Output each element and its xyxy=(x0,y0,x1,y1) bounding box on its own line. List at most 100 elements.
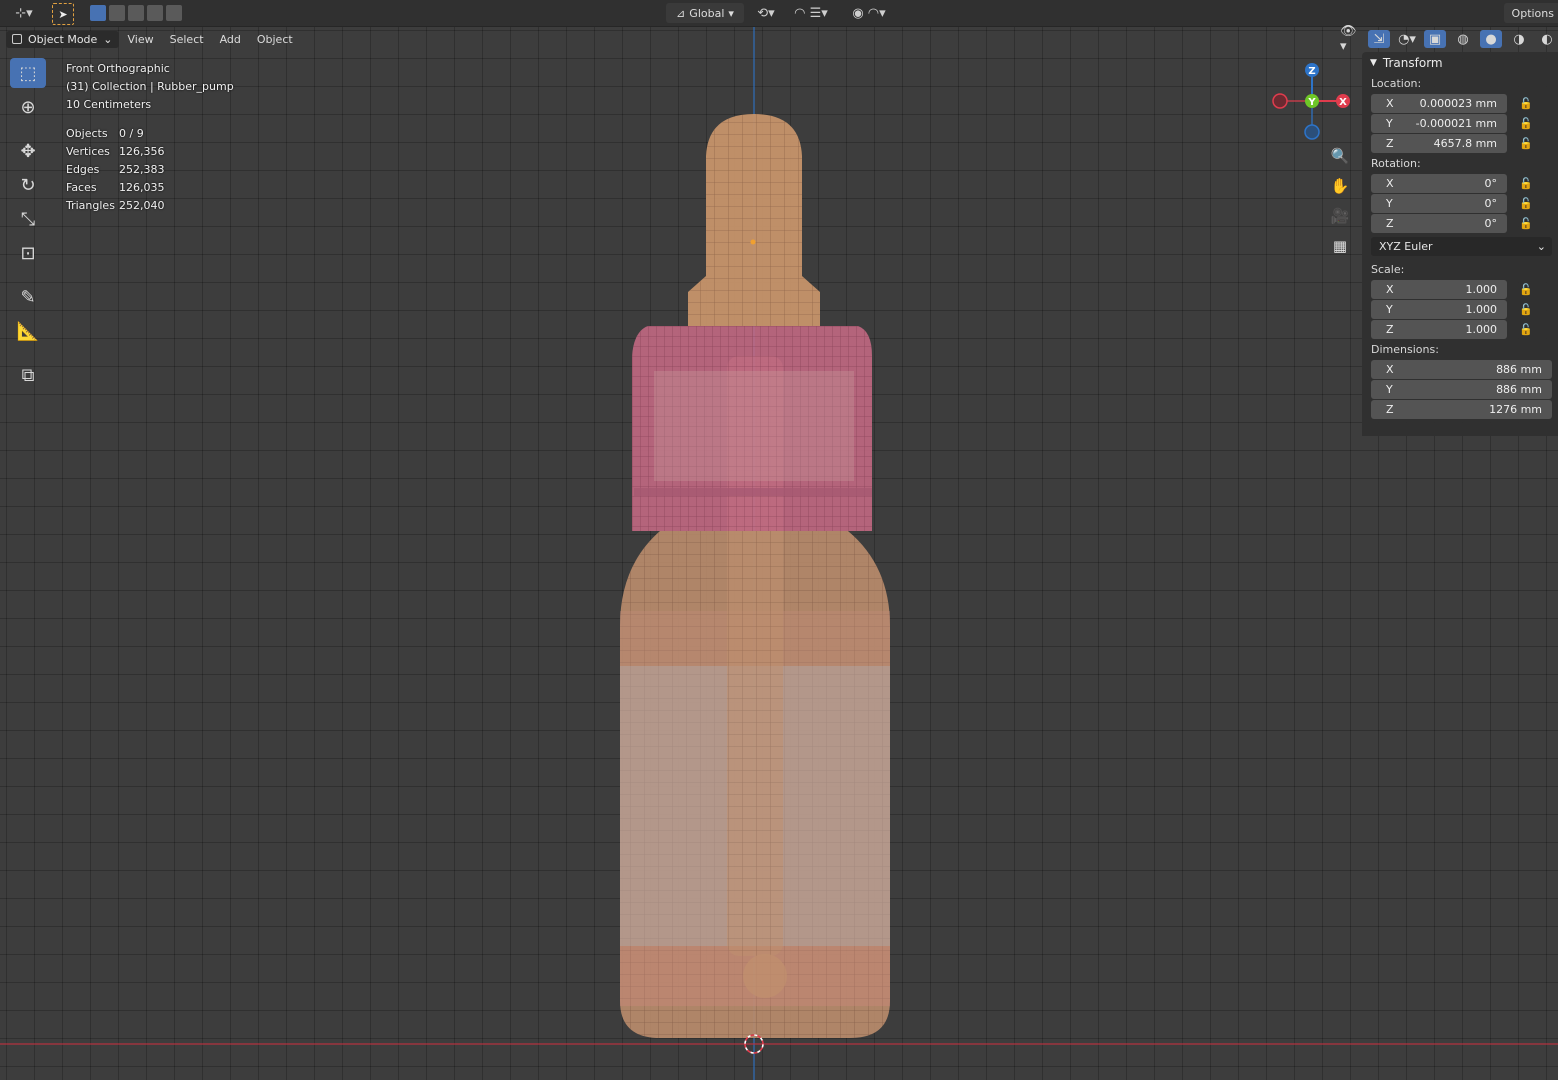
grid-ortho-icon[interactable]: ▦ xyxy=(1328,234,1352,258)
location-x-field[interactable]: X 0.000023 mm xyxy=(1371,94,1507,113)
rotation-mode-dropdown[interactable]: XYZ Euler ⌄ xyxy=(1371,237,1552,256)
annotate-tool-icon[interactable]: ✎ xyxy=(10,282,46,312)
axis-label: Y xyxy=(1386,303,1393,316)
location-z-field[interactable]: Z 4657.8 mm xyxy=(1371,134,1507,153)
orientation-label: Global xyxy=(689,6,725,20)
xray-icon[interactable]: ▣ xyxy=(1424,30,1446,48)
dimensions-z-field[interactable]: Z 1276 mm xyxy=(1371,400,1552,419)
menu-select[interactable]: Select xyxy=(163,31,211,48)
menu-view[interactable]: View xyxy=(121,31,161,48)
dimensions-z-row: Z 1276 mm xyxy=(1362,400,1558,419)
tool-shelf: ⬚ ⊕ ✥ ↻ ⤡ ⊡ ✎ 📐 ⧉ xyxy=(6,58,50,390)
rotation-z-field[interactable]: Z 0° xyxy=(1371,214,1507,233)
lock-icon[interactable]: 🔓 xyxy=(1515,137,1537,150)
collection-name: (31) Collection | Rubber_pump xyxy=(66,80,234,93)
stats-value: 252,383 xyxy=(119,163,165,176)
lock-icon[interactable]: 🔓 xyxy=(1515,217,1537,230)
select-intersect-icon[interactable] xyxy=(166,5,182,21)
dimensions-x-field[interactable]: X 886 mm xyxy=(1371,360,1552,379)
mode-label: Object Mode xyxy=(28,32,98,46)
camera-icon[interactable]: 🎥 xyxy=(1328,204,1352,228)
rotation-x-field[interactable]: X 0° xyxy=(1371,174,1507,193)
wireframe-shading-icon[interactable]: ◍ xyxy=(1452,30,1474,48)
field-value: 1.000 xyxy=(1465,323,1498,336)
rotation-y-field[interactable]: Y 0° xyxy=(1371,194,1507,213)
orientation-icon: ⊿ xyxy=(676,6,686,20)
pan-hand-icon[interactable]: ✋ xyxy=(1328,174,1352,198)
add-cube-tool-icon[interactable]: ⧉ xyxy=(10,360,46,390)
select-new-icon[interactable] xyxy=(90,5,106,21)
viewport-header: Object Mode ⌄ View Select Add Object xyxy=(6,29,300,49)
gizmo-x-label: X xyxy=(1339,97,1347,108)
viewport-header-right: 👁▾ ⇲ ◔▾ ▣ ◍ ● ◑ ◐ xyxy=(1340,24,1558,54)
scale-y-field[interactable]: Y 1.000 xyxy=(1371,300,1507,319)
move-tool-icon[interactable]: ✥ xyxy=(10,136,46,166)
snap-icon[interactable]: ◠ ☰▾ xyxy=(786,3,836,23)
select-extend-icon[interactable] xyxy=(109,5,125,21)
axis-label: Y xyxy=(1386,117,1393,130)
axis-label: X xyxy=(1386,177,1394,190)
scale-x-field[interactable]: X 1.000 xyxy=(1371,280,1507,299)
overlays-icon[interactable]: ◔▾ xyxy=(1396,30,1418,48)
field-value: -0.000021 mm xyxy=(1415,117,1497,130)
chevron-down-icon: ⌄ xyxy=(1536,240,1546,253)
dimensions-y-row: Y 886 mm xyxy=(1362,380,1558,399)
transform-tool-icon[interactable]: ⊡ xyxy=(10,238,46,268)
gizmo-toggle-icon[interactable]: ⇲ xyxy=(1368,30,1390,48)
stats-label: Edges xyxy=(66,163,100,176)
menu-add[interactable]: Add xyxy=(213,31,248,48)
transform-panel-header[interactable]: ▼ Transform xyxy=(1362,52,1558,74)
stats-row: Triangles 252,040 xyxy=(66,197,234,215)
select-invert-icon[interactable] xyxy=(147,5,163,21)
axis-label: Z xyxy=(1386,137,1394,150)
rotation-y-row: Y 0° 🔓 xyxy=(1362,194,1558,213)
location-x-row: X 0.000023 mm 🔓 xyxy=(1362,94,1558,113)
location-y-field[interactable]: Y -0.000021 mm xyxy=(1371,114,1507,133)
scale-tool-icon[interactable]: ⤡ xyxy=(10,204,46,234)
lock-icon[interactable]: 🔓 xyxy=(1515,283,1537,296)
lock-icon[interactable]: 🔓 xyxy=(1515,323,1537,336)
field-value: 4657.8 mm xyxy=(1433,137,1497,150)
options-label: Options xyxy=(1511,6,1554,20)
dimensions-x-row: X 886 mm xyxy=(1362,360,1558,379)
measure-tool-icon[interactable]: 📐 xyxy=(10,316,46,346)
object-origin xyxy=(750,239,756,245)
select-box-tool-icon[interactable]: ⬚ xyxy=(10,58,46,88)
transform-orientation-dropdown[interactable]: ⊿ Global ▾ xyxy=(666,3,744,23)
collapse-triangle-icon: ▼ xyxy=(1370,58,1377,68)
proportional-edit-icon[interactable]: ◉ ◠▾ xyxy=(844,3,894,23)
mode-dropdown[interactable]: Object Mode ⌄ xyxy=(6,30,119,48)
lock-icon[interactable]: 🔓 xyxy=(1515,177,1537,190)
material-shading-icon[interactable]: ◑ xyxy=(1508,30,1530,48)
editor-type-icon[interactable]: ⊹▾ xyxy=(10,3,38,23)
field-value: 1.000 xyxy=(1465,303,1498,316)
options-button[interactable]: Options xyxy=(1503,3,1558,23)
stats-row: Vertices 126,356 xyxy=(66,143,234,161)
stats-value: 126,035 xyxy=(119,181,165,194)
solid-shading-icon[interactable]: ● xyxy=(1480,30,1502,48)
pivot-point-icon[interactable]: ⟲▾ xyxy=(752,3,780,23)
navigation-buttons: 🔍 ✋ 🎥 ▦ xyxy=(1326,144,1354,258)
lock-icon[interactable]: 🔓 xyxy=(1515,97,1537,110)
navigation-gizmo[interactable]: Z X Y xyxy=(1270,60,1356,146)
zoom-icon[interactable]: 🔍 xyxy=(1328,144,1352,168)
lock-icon[interactable]: 🔓 xyxy=(1515,303,1537,316)
rotation-z-row: Z 0° 🔓 xyxy=(1362,214,1558,233)
gizmo-neg-x-icon xyxy=(1272,93,1288,109)
rotate-tool-icon[interactable]: ↻ xyxy=(10,170,46,200)
lock-icon[interactable]: 🔓 xyxy=(1515,117,1537,130)
menu-object[interactable]: Object xyxy=(250,31,300,48)
lock-icon[interactable]: 🔓 xyxy=(1515,197,1537,210)
select-subtract-icon[interactable] xyxy=(128,5,144,21)
field-value: 0° xyxy=(1484,217,1498,230)
dimensions-y-field[interactable]: Y 886 mm xyxy=(1371,380,1552,399)
scale-z-field[interactable]: Z 1.000 xyxy=(1371,320,1507,339)
gizmo-z-label: Z xyxy=(1308,66,1315,77)
cursor-tool-icon[interactable]: ⊕ xyxy=(10,92,46,122)
location-y-row: Y -0.000021 mm 🔓 xyxy=(1362,114,1558,133)
rendered-shading-icon[interactable]: ◐ xyxy=(1536,30,1558,48)
visibility-icon[interactable]: 👁▾ xyxy=(1340,24,1362,54)
stats-row: Edges 252,383 xyxy=(66,161,234,179)
axis-label: Z xyxy=(1386,403,1394,416)
select-mode-icon[interactable]: ➤ xyxy=(52,3,74,25)
